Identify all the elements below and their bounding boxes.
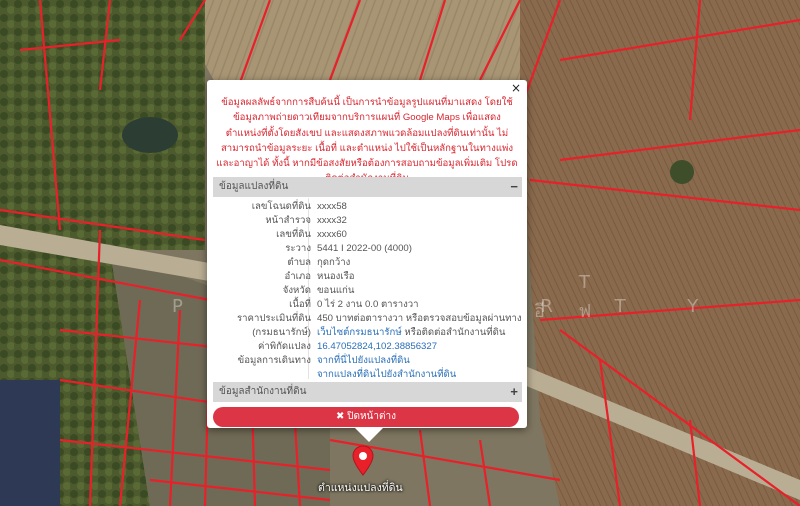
coordinates-link[interactable]: 16.47052824,102.38856327 xyxy=(317,340,437,354)
directions-to-office-link[interactable]: จากแปลงที่ดินไปยังสำนักงานที่ดิน xyxy=(317,368,456,382)
map-pin-icon[interactable] xyxy=(352,445,374,477)
section-land-office-title: ข้อมูลสำนักงานที่ดิน xyxy=(219,386,307,397)
close-window-button[interactable]: ✖ ปิดหน้าต่าง xyxy=(213,407,519,427)
row-coordinates: ค่าพิกัดแปลง 16.47052824,102.38856327 xyxy=(257,340,438,354)
close-icon[interactable]: × xyxy=(509,81,523,95)
section-parcel-info[interactable]: ข้อมูลแปลงที่ดิน − xyxy=(213,177,522,197)
row-district: อำเภอ หนองเรือ xyxy=(284,271,355,282)
section-land-office[interactable]: ข้อมูลสำนักงานที่ดิน + xyxy=(213,382,522,402)
row-appraisal-price: ราคาประเมินที่ดิน 450 บาทต่อตารางวา หรือต… xyxy=(236,313,522,324)
row-subdistrict: ตำบล กุดกว้าง xyxy=(287,257,351,268)
row-area: เนื้อที่ 0 ไร่ 2 งาน 0.0 ตารางวา xyxy=(289,299,419,310)
collapse-icon[interactable]: − xyxy=(510,177,518,197)
row-province: จังหวัด ขอนแก่น xyxy=(282,285,355,296)
parcel-details-table: เลขโฉนดที่ดิน xxxx58 หน้าสำรวจ xxxx32 เลขท… xyxy=(213,198,522,382)
row-land-number: เลขที่ดิน xxxx60 xyxy=(276,229,347,240)
treasury-website-link[interactable]: เว็บไซต์กรมธนารักษ์ xyxy=(317,327,402,338)
parcel-info-popup: × ข้อมูลผลลัพธ์จากการสืบค้นนี้ เป็นการนำ… xyxy=(207,80,527,442)
row-directions: ข้อมูลการเดินทาง จากที่นี่ไปยังแปลงที่ดิน xyxy=(237,354,410,368)
row-map-sheet: ระวาง 5441 I 2022-00 (4000) xyxy=(285,243,412,254)
section-parcel-info-title: ข้อมูลแปลงที่ดิน xyxy=(219,181,289,192)
row-directions-office: จากแปลงที่ดินไปยังสำนักงานที่ดิน xyxy=(213,368,516,382)
row-survey-page: หน้าสำรวจ xxxx32 xyxy=(265,215,347,226)
disclaimer-notice: ข้อมูลผลลัพธ์จากการสืบค้นนี้ เป็นการนำข้… xyxy=(216,97,518,184)
expand-icon[interactable]: + xyxy=(510,382,518,402)
directions-to-parcel-link[interactable]: จากที่นี่ไปยังแปลงที่ดิน xyxy=(317,354,410,368)
row-treasury-dept: (กรมธนารักษ์) เว็บไซต์กรมธนารักษ์ หรือติด… xyxy=(252,327,506,338)
marker-label: ตำแหน่งแปลงที่ดิน xyxy=(318,482,403,494)
row-deed-number: เลขโฉนดที่ดิน xxxx58 xyxy=(251,201,347,212)
